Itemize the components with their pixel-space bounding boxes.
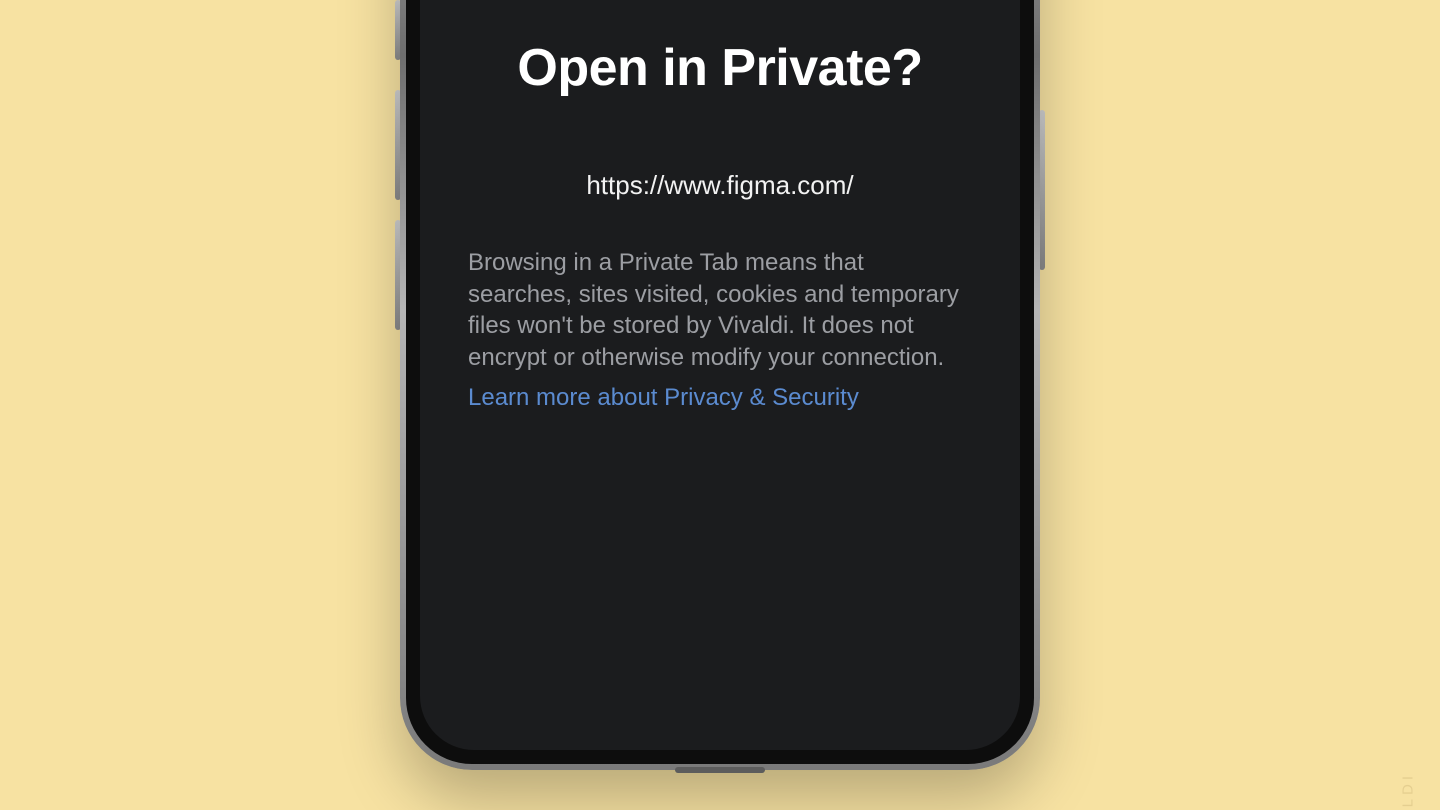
vivaldi-watermark: VIVALDI [1396, 772, 1418, 810]
dialog-url: https://www.figma.com/ [468, 170, 972, 201]
dialog-title: Open in Private? [468, 38, 972, 98]
dialog-description: Browsing in a Private Tab means that sea… [468, 247, 972, 374]
learn-more-link[interactable]: Learn more about Privacy & Security [468, 384, 859, 412]
phone-bottom-slit [675, 767, 765, 773]
open-in-private-dialog: Open in Private? https://www.figma.com/ … [420, 14, 1020, 750]
phone-frame: Open in Private? https://www.figma.com/ … [400, 0, 1040, 770]
phone-screen: Open in Private? https://www.figma.com/ … [420, 0, 1020, 750]
watermark-text: VIVALDI [1399, 772, 1416, 810]
